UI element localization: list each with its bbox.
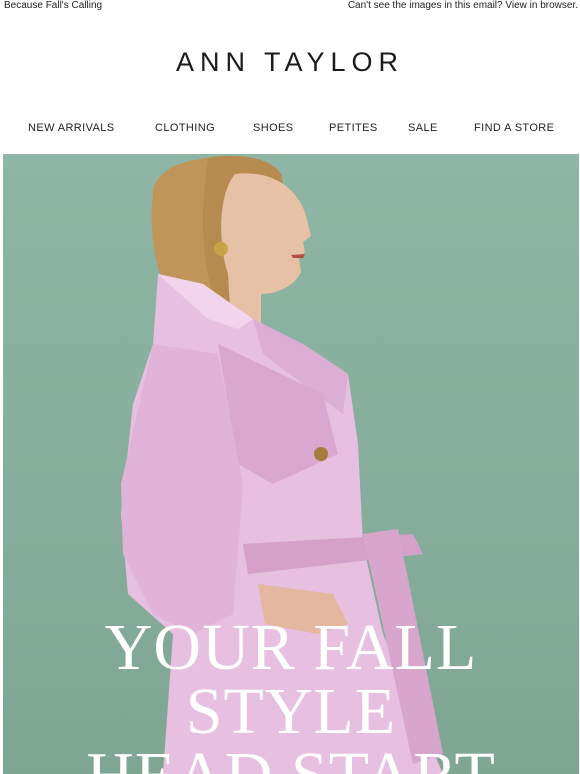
hero-banner[interactable]: YOUR FALL STYLE HEAD START <box>3 154 579 774</box>
hero-headline-line-1: YOUR FALL <box>104 611 478 684</box>
ann-taylor-logo[interactable]: ANN TAYLOR <box>0 47 580 78</box>
nav-sale[interactable]: SALE <box>408 122 438 134</box>
nav-new-arrivals[interactable]: NEW ARRIVALS <box>28 122 115 134</box>
nav-petites[interactable]: PETITES <box>329 122 378 134</box>
hero-headline-line-2: STYLE <box>185 675 397 748</box>
preheader-text: Because Fall's Calling <box>4 0 103 11</box>
view-in-browser-link[interactable]: Can't see the images in this email? View… <box>348 0 578 12</box>
nav-find-a-store[interactable]: FIND A STORE <box>474 122 554 134</box>
main-navigation: NEW ARRIVALS CLOTHING SHOES PETITES SALE… <box>0 122 580 138</box>
preheader-bar: Because Fall's Calling Can't see the ima… <box>0 0 580 14</box>
nav-shoes[interactable]: SHOES <box>253 122 294 134</box>
hero-headline-line-3: HEAD START <box>3 743 579 774</box>
nav-clothing[interactable]: CLOTHING <box>155 122 215 134</box>
